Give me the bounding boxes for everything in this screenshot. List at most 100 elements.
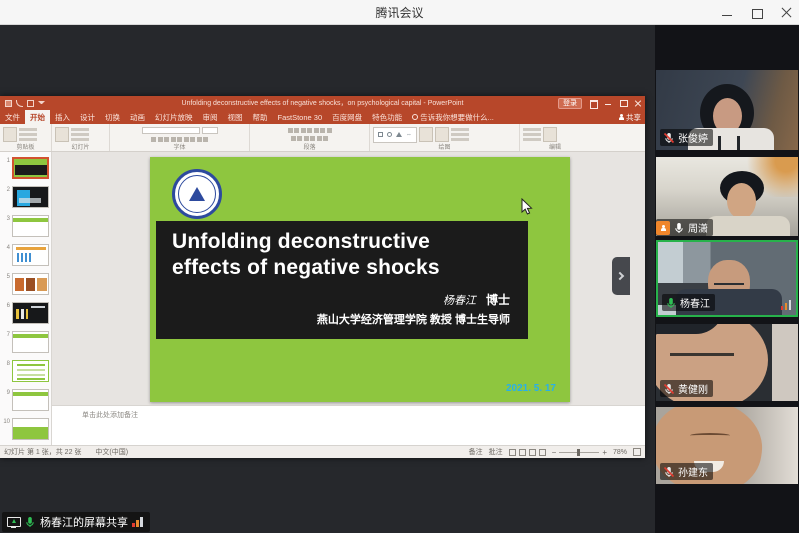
cursor-arrow-icon xyxy=(521,198,533,216)
zoom-thumb[interactable] xyxy=(577,449,580,456)
ppt-titlebar: Unfolding deconstructive effects of nega… xyxy=(0,96,645,110)
language-status[interactable]: 中文(中国) xyxy=(95,447,128,457)
font-name-box[interactable] xyxy=(142,127,200,134)
paste-icon[interactable] xyxy=(3,127,17,142)
paragraph-group[interactable]: 段落 xyxy=(250,124,370,151)
video-tile[interactable]: 孙建东 xyxy=(656,407,798,484)
editing-group[interactable]: 编辑 xyxy=(520,124,590,151)
participant-name: 杨春江 xyxy=(680,295,710,310)
designer-icon[interactable] xyxy=(543,127,557,142)
signal-bars-icon xyxy=(781,300,792,310)
slide-thumbnail[interactable]: 1 xyxy=(0,155,51,184)
powerpoint-window: Unfolding deconstructive effects of nega… xyxy=(0,96,645,458)
ppt-close-icon[interactable] xyxy=(634,99,642,107)
slide-thumbnail[interactable]: 2 xyxy=(0,184,51,213)
mic-speaking-icon[interactable] xyxy=(665,297,677,309)
shape-gallery[interactable]: ⇔ xyxy=(373,127,417,143)
find-replace-select[interactable] xyxy=(523,128,541,141)
slide-thumbnail[interactable]: 3 xyxy=(0,213,51,242)
collapse-sidebar-button[interactable] xyxy=(612,257,630,295)
quick-styles-icon[interactable] xyxy=(435,127,449,142)
window-titlebar: 腾讯会议 xyxy=(0,0,799,25)
normal-view-icon[interactable] xyxy=(509,449,516,456)
ribbon-tab-animations[interactable]: 动画 xyxy=(125,110,150,124)
font-size-box[interactable] xyxy=(202,127,218,134)
ribbon-tab-help[interactable]: 帮助 xyxy=(248,110,273,124)
slide-number: 7 xyxy=(3,331,10,356)
window-title: 腾讯会议 xyxy=(375,4,423,21)
screen-share-icon xyxy=(7,517,20,528)
reading-view-icon[interactable] xyxy=(529,449,536,456)
minimize-icon[interactable] xyxy=(721,7,733,19)
current-slide[interactable]: Unfolding deconstructive effects of nega… xyxy=(150,157,570,402)
maximize-icon[interactable] xyxy=(751,7,763,19)
ribbon-tab-baidu-pan[interactable]: 百度网盘 xyxy=(327,110,367,124)
fit-to-window-icon[interactable] xyxy=(633,448,641,456)
ribbon-tab-view[interactable]: 视图 xyxy=(223,110,248,124)
slide-editing-area[interactable]: Unfolding deconstructive effects of nega… xyxy=(52,152,645,405)
slide-thumbnail[interactable]: 10 xyxy=(0,416,51,445)
close-icon[interactable] xyxy=(781,7,793,19)
slide-sorter-icon[interactable] xyxy=(519,449,526,456)
ribbon-tab-transitions[interactable]: 切换 xyxy=(100,110,125,124)
list-buttons[interactable] xyxy=(288,128,332,133)
ribbon-tab-bar: 文件 开始 插入 设计 切换 动画 幻灯片放映 审阅 视图 帮助 FastSto… xyxy=(0,110,645,124)
clipboard-group[interactable]: 剪贴板 xyxy=(0,124,52,151)
slideshow-view-icon[interactable] xyxy=(539,449,546,456)
ribbon-tab-review[interactable]: 审阅 xyxy=(198,110,223,124)
ribbon-tab-insert[interactable]: 插入 xyxy=(50,110,75,124)
slide-number: 4 xyxy=(3,244,10,269)
video-tile[interactable]: 黄健刚 xyxy=(656,324,798,401)
slide-thumbnail[interactable]: 4 xyxy=(0,242,51,271)
mic-muted-icon[interactable] xyxy=(663,383,675,395)
arrange-icon[interactable] xyxy=(419,127,433,142)
tell-me-box[interactable]: 告诉我你想要做什么... xyxy=(407,110,499,124)
notes-pane[interactable]: 单击此处添加备注 xyxy=(52,405,645,445)
slide-thumbnail[interactable]: 9 xyxy=(0,387,51,416)
slide-thumbnail[interactable]: 6 xyxy=(0,300,51,329)
slide-thumbnail[interactable]: 8 xyxy=(0,358,51,387)
ribbon-tab-slideshow[interactable]: 幻灯片放映 xyxy=(150,110,198,124)
zoom-in-icon[interactable]: + xyxy=(602,449,607,456)
mic-on-icon[interactable] xyxy=(673,222,685,234)
video-tile[interactable]: 周潇 xyxy=(656,157,798,236)
zoom-slider[interactable]: − + xyxy=(552,449,607,456)
participant-name: 张俊婷 xyxy=(678,130,708,145)
video-tile[interactable]: 张俊婷 xyxy=(656,70,798,150)
zoom-level[interactable]: 78% xyxy=(613,449,627,456)
ribbon-tab-addin[interactable]: 特色功能 xyxy=(367,110,407,124)
comments-toggle[interactable]: 批注 xyxy=(489,447,503,457)
video-tile-active-speaker[interactable]: 杨春江 xyxy=(656,240,798,317)
ppt-minimize-icon[interactable] xyxy=(604,99,612,107)
slide-thumbnail-panel[interactable]: 1 2 3 4 5 xyxy=(0,152,52,445)
mic-muted-icon[interactable] xyxy=(663,132,675,144)
share-banner-text: 杨春江的屏幕共享 xyxy=(40,514,128,530)
ribbon-display-options-icon[interactable] xyxy=(589,99,597,107)
login-button[interactable]: 登录 xyxy=(558,98,582,109)
zoom-out-icon[interactable]: − xyxy=(552,449,557,456)
tencent-meeting-window: 腾讯会议 Unfolding deconstructive effects of… xyxy=(0,0,799,533)
ribbon-tab-home[interactable]: 开始 xyxy=(25,110,50,124)
slide-thumbnail[interactable]: 7 xyxy=(0,329,51,358)
slide-title-box[interactable]: Unfolding deconstructive effects of nega… xyxy=(156,221,528,339)
slide-number: 6 xyxy=(3,302,10,327)
member-badge-icon xyxy=(656,221,670,235)
ppt-maximize-icon[interactable] xyxy=(619,99,627,107)
ribbon-tab-design[interactable]: 设计 xyxy=(75,110,100,124)
slide-number: 2 xyxy=(3,186,10,211)
notes-toggle[interactable]: 备注 xyxy=(469,447,483,457)
person-icon xyxy=(619,114,624,120)
new-slide-icon[interactable] xyxy=(55,127,69,142)
ribbon-tab-file[interactable]: 文件 xyxy=(0,110,25,124)
mic-muted-icon[interactable] xyxy=(663,466,675,478)
ribbon-tab-faststone[interactable]: FastStone 30 xyxy=(273,110,328,124)
screen-share-view: Unfolding deconstructive effects of nega… xyxy=(0,25,655,533)
slide-number: 3 xyxy=(3,215,10,240)
font-group[interactable]: 字体 xyxy=(110,124,250,151)
align-buttons[interactable] xyxy=(291,136,329,141)
slides-group[interactable]: 幻灯片 xyxy=(52,124,110,151)
drawing-group[interactable]: ⇔ 绘图 xyxy=(370,124,520,151)
slide-thumbnail[interactable]: 5 xyxy=(0,271,51,300)
slide-author: 杨春江博士 xyxy=(443,291,510,308)
ppt-share-button[interactable]: 共享 xyxy=(619,110,641,124)
